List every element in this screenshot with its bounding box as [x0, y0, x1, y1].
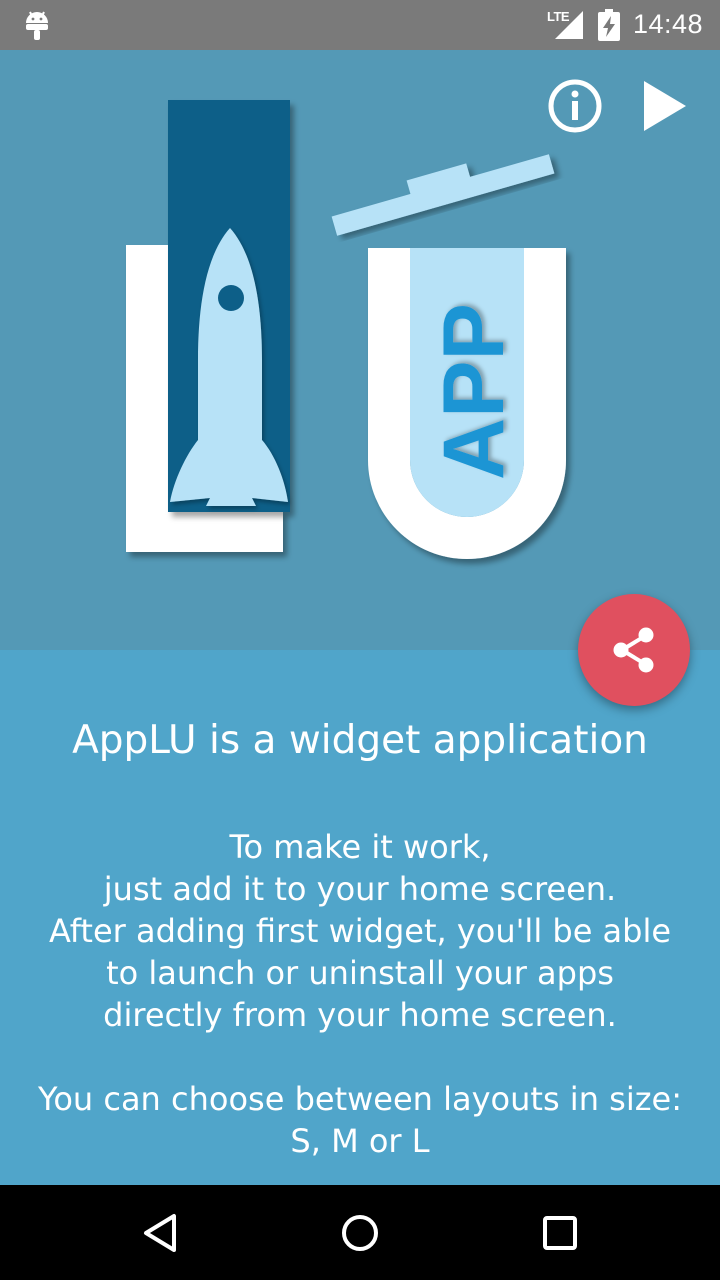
info-icon	[548, 79, 602, 133]
signal-icon	[555, 11, 583, 39]
instructions-line: to launch or uninstall your apps	[106, 954, 614, 992]
description-panel: AppLU is a widget application To make it…	[0, 650, 720, 1185]
instructions-line: directly from your home screen.	[103, 996, 617, 1034]
home-button[interactable]	[334, 1207, 386, 1259]
sizes-line: S, M or L	[290, 1122, 430, 1160]
applu-logo: APP	[126, 100, 566, 559]
share-button[interactable]	[578, 594, 690, 706]
hero-banner: APP	[0, 50, 720, 650]
instructions-text: To make it work, just add it to your hom…	[0, 826, 720, 1036]
info-button[interactable]	[544, 75, 606, 137]
instructions-line: After adding first widget, you'll be abl…	[48, 912, 672, 950]
battery-charging-icon	[598, 9, 620, 41]
instructions-line: To make it work,	[229, 828, 491, 866]
back-button[interactable]	[134, 1207, 186, 1259]
home-icon	[342, 1215, 378, 1251]
back-icon	[144, 1214, 176, 1252]
android-icon	[26, 11, 48, 40]
play-button[interactable]	[636, 75, 698, 137]
recents-button[interactable]	[534, 1207, 586, 1259]
headline: AppLU is a widget application	[72, 718, 648, 763]
play-icon	[644, 81, 686, 131]
share-icon	[613, 627, 654, 673]
recents-icon	[543, 1216, 577, 1250]
navigation-bar	[0, 1185, 720, 1280]
trash-lid	[331, 154, 555, 236]
status-bar: LTE 14:48	[0, 0, 720, 50]
layout-sizes-text: You can choose between layouts in size: …	[0, 1078, 720, 1162]
status-time: 14:48	[633, 9, 704, 39]
logo-app-text: APP	[426, 303, 522, 480]
instructions-line: just add it to your home screen.	[103, 870, 617, 908]
sizes-line: You can choose between layouts in size:	[38, 1080, 682, 1118]
